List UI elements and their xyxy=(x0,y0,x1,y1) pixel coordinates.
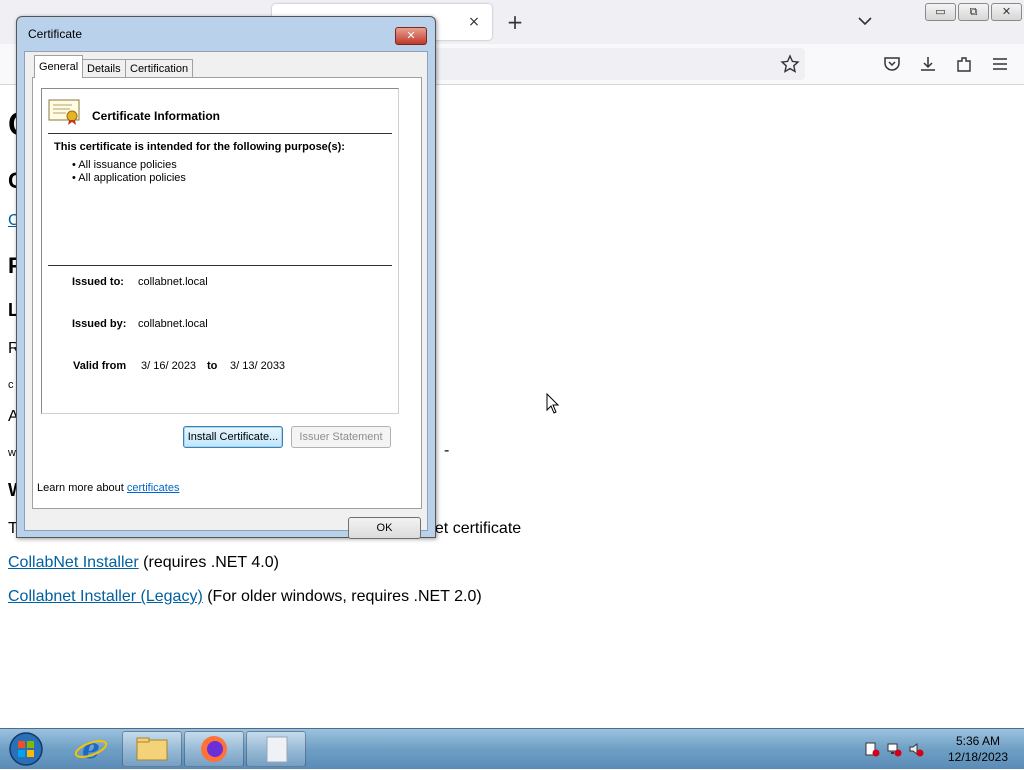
clock-time: 5:36 AM xyxy=(955,734,1001,748)
dialog-body: General Details Certification Path Certi… xyxy=(24,51,428,539)
valid-from-label: Valid from xyxy=(73,360,127,372)
certificates-link[interactable]: certificates xyxy=(127,482,180,494)
certificate-icon xyxy=(48,99,80,125)
install-certificate-button[interactable]: Install Certificate... xyxy=(183,426,283,448)
minimize-button[interactable]: ▭ xyxy=(925,3,956,21)
taskbar: e 5:36 AM 12/18/2023 xyxy=(0,728,1024,769)
tab-details[interactable]: Details xyxy=(82,59,126,78)
certificate-text: net certificate xyxy=(426,520,522,537)
folder-icon xyxy=(136,737,168,761)
learn-more-prefix: Learn more about xyxy=(37,482,127,494)
trailing-dash: - xyxy=(444,442,450,459)
firefox-icon xyxy=(201,736,227,762)
installer-line: CollabNet Installer (requires .NET 4.0) xyxy=(8,554,279,572)
valid-to-value: 3/ 13/ 2033 xyxy=(230,360,286,372)
mouse-cursor-icon xyxy=(546,393,560,414)
bookmark-star-icon[interactable] xyxy=(780,54,800,74)
url-bar[interactable] xyxy=(430,48,805,80)
divider xyxy=(48,133,392,134)
issuer-statement-button: Issuer Statement xyxy=(291,426,391,448)
small-text-partial: c xyxy=(8,379,14,391)
collabnet-legacy-installer-link[interactable]: Collabnet Installer (Legacy) xyxy=(8,588,203,605)
installer-note: (requires .NET 4.0) xyxy=(138,554,279,571)
ok-button[interactable]: OK xyxy=(348,517,421,539)
issued-to-value: collabnet.local xyxy=(138,276,208,288)
certificate-info-title: Certificate Information xyxy=(92,109,221,123)
collabnet-installer-link[interactable]: CollabNet Installer xyxy=(8,554,139,571)
network-icon[interactable] xyxy=(886,741,902,757)
small-text-partial: w xyxy=(8,447,16,459)
tab-close-icon[interactable]: × xyxy=(464,12,484,32)
issued-to-label: Issued to: xyxy=(72,276,124,288)
legacy-installer-line: Collabnet Installer (Legacy) (For older … xyxy=(8,588,482,606)
general-tab-panel: Certificate Information This certificate… xyxy=(32,77,422,509)
divider xyxy=(48,265,392,266)
valid-to-label: to xyxy=(207,360,218,372)
issued-by-label: Issued by: xyxy=(72,318,127,330)
pocket-icon[interactable] xyxy=(882,54,902,74)
certificate-dialog: Certificate ✕ General Details Certificat… xyxy=(16,16,436,539)
list-all-tabs-icon[interactable] xyxy=(854,10,876,32)
restore-button[interactable]: ⧉ xyxy=(958,3,989,21)
learn-more-text: Learn more about certificates xyxy=(37,482,179,494)
valid-from-value: 3/ 16/ 2023 xyxy=(141,360,197,372)
tab-certification-path[interactable]: Certification Path xyxy=(125,59,194,93)
menu-hamburger-icon[interactable] xyxy=(990,54,1010,74)
dialog-close-button[interactable]: ✕ xyxy=(395,27,427,45)
start-button-icon[interactable] xyxy=(6,731,46,767)
action-center-icon[interactable] xyxy=(864,741,880,757)
purpose-heading: This certificate is intended for the fol… xyxy=(54,141,345,153)
internet-explorer-icon: e xyxy=(74,732,108,765)
system-tray xyxy=(864,741,924,757)
dialog-title: Certificate xyxy=(28,27,83,41)
taskbar-file-explorer[interactable] xyxy=(122,731,182,767)
new-tab-button[interactable]: + xyxy=(505,10,525,34)
clock[interactable]: 5:36 AM 12/18/2023 xyxy=(938,733,1018,765)
svg-text:e: e xyxy=(82,732,100,765)
taskbar-firefox[interactable] xyxy=(184,731,244,767)
taskbar-internet-explorer[interactable]: e xyxy=(62,731,120,765)
issued-by-value: collabnet.local xyxy=(138,318,208,330)
purpose-item: • All issuance policies xyxy=(72,159,177,171)
taskbar-blank-app[interactable] xyxy=(246,731,306,767)
certificate-info-box: Certificate Information This certificate… xyxy=(41,88,399,414)
window-controls: ▭ ⧉ ✕ xyxy=(925,3,1022,21)
clock-date: 12/18/2023 xyxy=(947,750,1009,764)
purpose-item: • All application policies xyxy=(72,172,186,184)
document-icon xyxy=(266,736,288,763)
extensions-icon[interactable] xyxy=(954,54,974,74)
legacy-installer-note: (For older windows, requires .NET 2.0) xyxy=(202,588,482,605)
downloads-icon[interactable] xyxy=(918,54,938,74)
close-window-button[interactable]: ✕ xyxy=(991,3,1022,21)
volume-muted-icon[interactable] xyxy=(908,741,924,757)
tab-general[interactable]: General xyxy=(34,55,84,78)
